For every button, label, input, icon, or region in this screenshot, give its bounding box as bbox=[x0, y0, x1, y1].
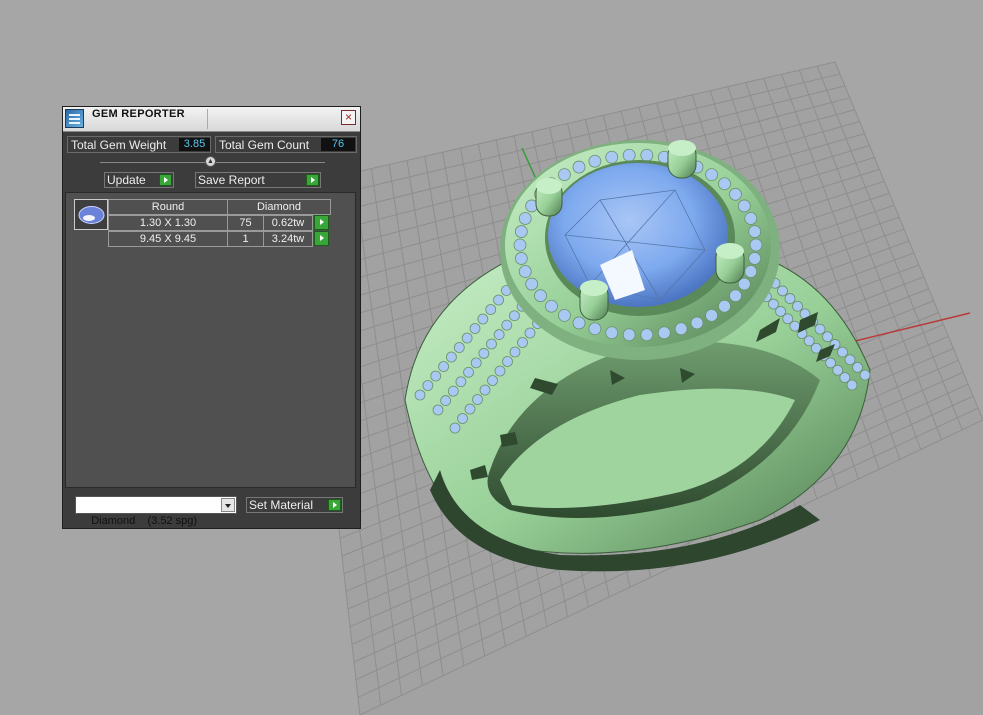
total-gem-weight-label: Total Gem Weight bbox=[71, 138, 167, 152]
close-icon[interactable]: × bbox=[341, 110, 356, 125]
gem-reporter-panel: GEM REPORTER × Total Gem Weight 3.85 Tot… bbox=[62, 106, 361, 529]
material-select[interactable]: Diamond (3.52 spg) bbox=[75, 496, 237, 527]
material-header: Diamond bbox=[227, 199, 331, 215]
total-gem-count-label: Total Gem Count bbox=[219, 138, 310, 152]
set-material-button[interactable]: Set Material bbox=[246, 497, 343, 513]
set-material-button-label: Set Material bbox=[249, 498, 314, 512]
panel-title: GEM REPORTER bbox=[92, 108, 185, 120]
save-report-button[interactable]: Save Report bbox=[195, 172, 321, 188]
play-arrow-icon[interactable] bbox=[314, 231, 329, 246]
play-arrow-icon bbox=[328, 499, 341, 511]
material-select-value: Diamond (3.52 spg) bbox=[91, 515, 198, 527]
gem-size-cell: 9.45 X 9.45 bbox=[108, 231, 228, 247]
total-gem-count-value: 76 bbox=[321, 138, 355, 151]
shape-header: Round bbox=[108, 199, 228, 215]
gem-reporter-app-icon bbox=[65, 109, 84, 128]
update-button-label: Update bbox=[107, 173, 146, 187]
save-report-button-label: Save Report bbox=[198, 173, 265, 187]
play-arrow-icon bbox=[159, 174, 172, 186]
total-gem-weight-value: 3.85 bbox=[179, 138, 210, 151]
gem-list: Round Diamond 1.30 X 1.30 75 0.62tw 9.45… bbox=[65, 192, 356, 488]
total-gem-count-field: Total Gem Count 76 bbox=[215, 136, 357, 153]
gem-weight-cell: 3.24tw bbox=[263, 231, 313, 247]
round-gem-icon[interactable] bbox=[74, 199, 108, 230]
collapse-arrow-icon[interactable]: ▲ bbox=[205, 156, 216, 167]
play-arrow-icon bbox=[306, 174, 319, 186]
play-arrow-icon[interactable] bbox=[314, 215, 329, 230]
gem-weight-cell: 0.62tw bbox=[263, 215, 313, 231]
titlebar-divider bbox=[207, 109, 208, 129]
gem-count-cell: 75 bbox=[227, 215, 264, 231]
panel-titlebar[interactable]: GEM REPORTER × bbox=[63, 107, 360, 132]
chevron-down-icon[interactable] bbox=[221, 498, 235, 512]
gem-size-cell: 1.30 X 1.30 bbox=[108, 215, 228, 231]
update-button[interactable]: Update bbox=[104, 172, 174, 188]
total-gem-weight-field: Total Gem Weight 3.85 bbox=[67, 136, 211, 153]
gem-count-cell: 1 bbox=[227, 231, 264, 247]
